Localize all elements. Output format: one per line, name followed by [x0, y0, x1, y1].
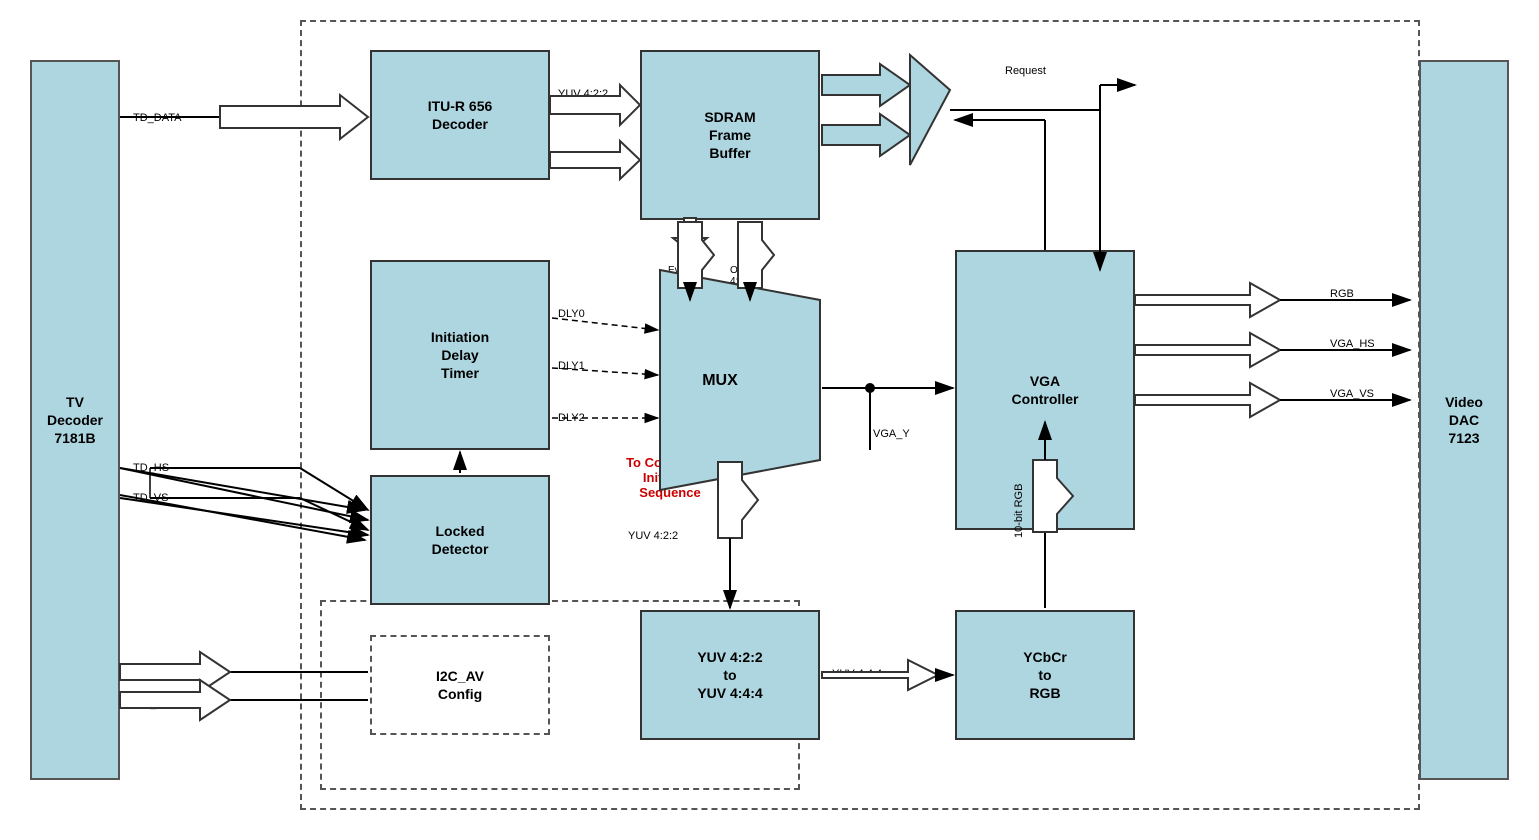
- ten-bit-rgb-label: 10-bit RGB: [1013, 484, 1025, 538]
- control-sequence-label: To Control theInitiationSequence: [600, 455, 740, 500]
- tv-decoder-block: TV Decoder 7181B: [30, 60, 120, 780]
- mux-text-svg: MUX: [702, 372, 738, 389]
- vga-controller-block: VGA Controller: [955, 250, 1135, 530]
- sdram-buffer-block: SDRAM Frame Buffer: [640, 50, 820, 220]
- diagram-container: TV Decoder 7181B Video DAC 7123 ITU-R 65…: [0, 0, 1539, 840]
- video-dac-label: Video DAC 7123: [1445, 393, 1483, 448]
- data-valid-label: Data Valid: [558, 152, 608, 164]
- yuv422-mux-out-label: YUV 4:2:2: [628, 530, 678, 542]
- itu-decoder-block: ITU-R 656 Decoder: [370, 50, 550, 180]
- video-dac-block: Video DAC 7123: [1419, 60, 1509, 780]
- ycbcr-rgb-label: YCbCr to RGB: [1023, 648, 1067, 703]
- td-vs-label: TD_VS: [133, 492, 168, 504]
- locked-detector-block: Locked Detector: [370, 475, 550, 605]
- request-label: Request: [1005, 65, 1046, 77]
- odd-422-label: Odd4:2:2: [730, 265, 752, 287]
- dly1-label: DLY1: [558, 360, 585, 372]
- td-data-label: TD_DATA: [133, 112, 182, 124]
- yuv444-label: YUV 4:4:4: [832, 668, 882, 680]
- vga-hs-label: VGA_HS: [1330, 338, 1375, 350]
- yuv-converter-label: YUV 4:2:2 to YUV 4:4:4: [697, 648, 762, 703]
- init-delay-label: Initiation Delay Timer: [431, 328, 489, 383]
- yuv422-label: YUV 4:2:2: [558, 88, 608, 100]
- locked-detector-label: Locked Detector: [432, 522, 489, 558]
- td-hs-label: TD_HS: [133, 462, 169, 474]
- odd-label: Odd: [848, 80, 869, 92]
- even-422-label: Even4:2:2: [668, 265, 691, 287]
- sdram-label: SDRAM Frame Buffer: [704, 108, 755, 163]
- rgb-label: RGB: [1330, 288, 1354, 300]
- dly0-label: DLY0: [558, 308, 585, 320]
- yuv-converter-block: YUV 4:2:2 to YUV 4:4:4: [640, 610, 820, 740]
- i2c-sclk-label: I2C_SCLK: [133, 668, 185, 680]
- i2c-config-label: I2C_AV Config: [436, 667, 484, 703]
- init-delay-block: Initiation Delay Timer: [370, 260, 550, 450]
- even-label: Even: [848, 130, 873, 142]
- ycbcr-rgb-block: YCbCr to RGB: [955, 610, 1135, 740]
- itu-decoder-label: ITU-R 656 Decoder: [428, 97, 493, 133]
- vga-y-label: VGA_Y: [873, 428, 910, 440]
- vga-controller-label: VGA Controller: [1012, 372, 1079, 408]
- vga-vs-label: VGA_VS: [1330, 388, 1374, 400]
- i2c-config-block: I2C_AV Config: [370, 635, 550, 735]
- tv-decoder-label: TV Decoder 7181B: [47, 393, 103, 448]
- i2c-sdat-label: I2C_SDAT: [133, 698, 185, 710]
- dly2-label: DLY2: [558, 412, 585, 424]
